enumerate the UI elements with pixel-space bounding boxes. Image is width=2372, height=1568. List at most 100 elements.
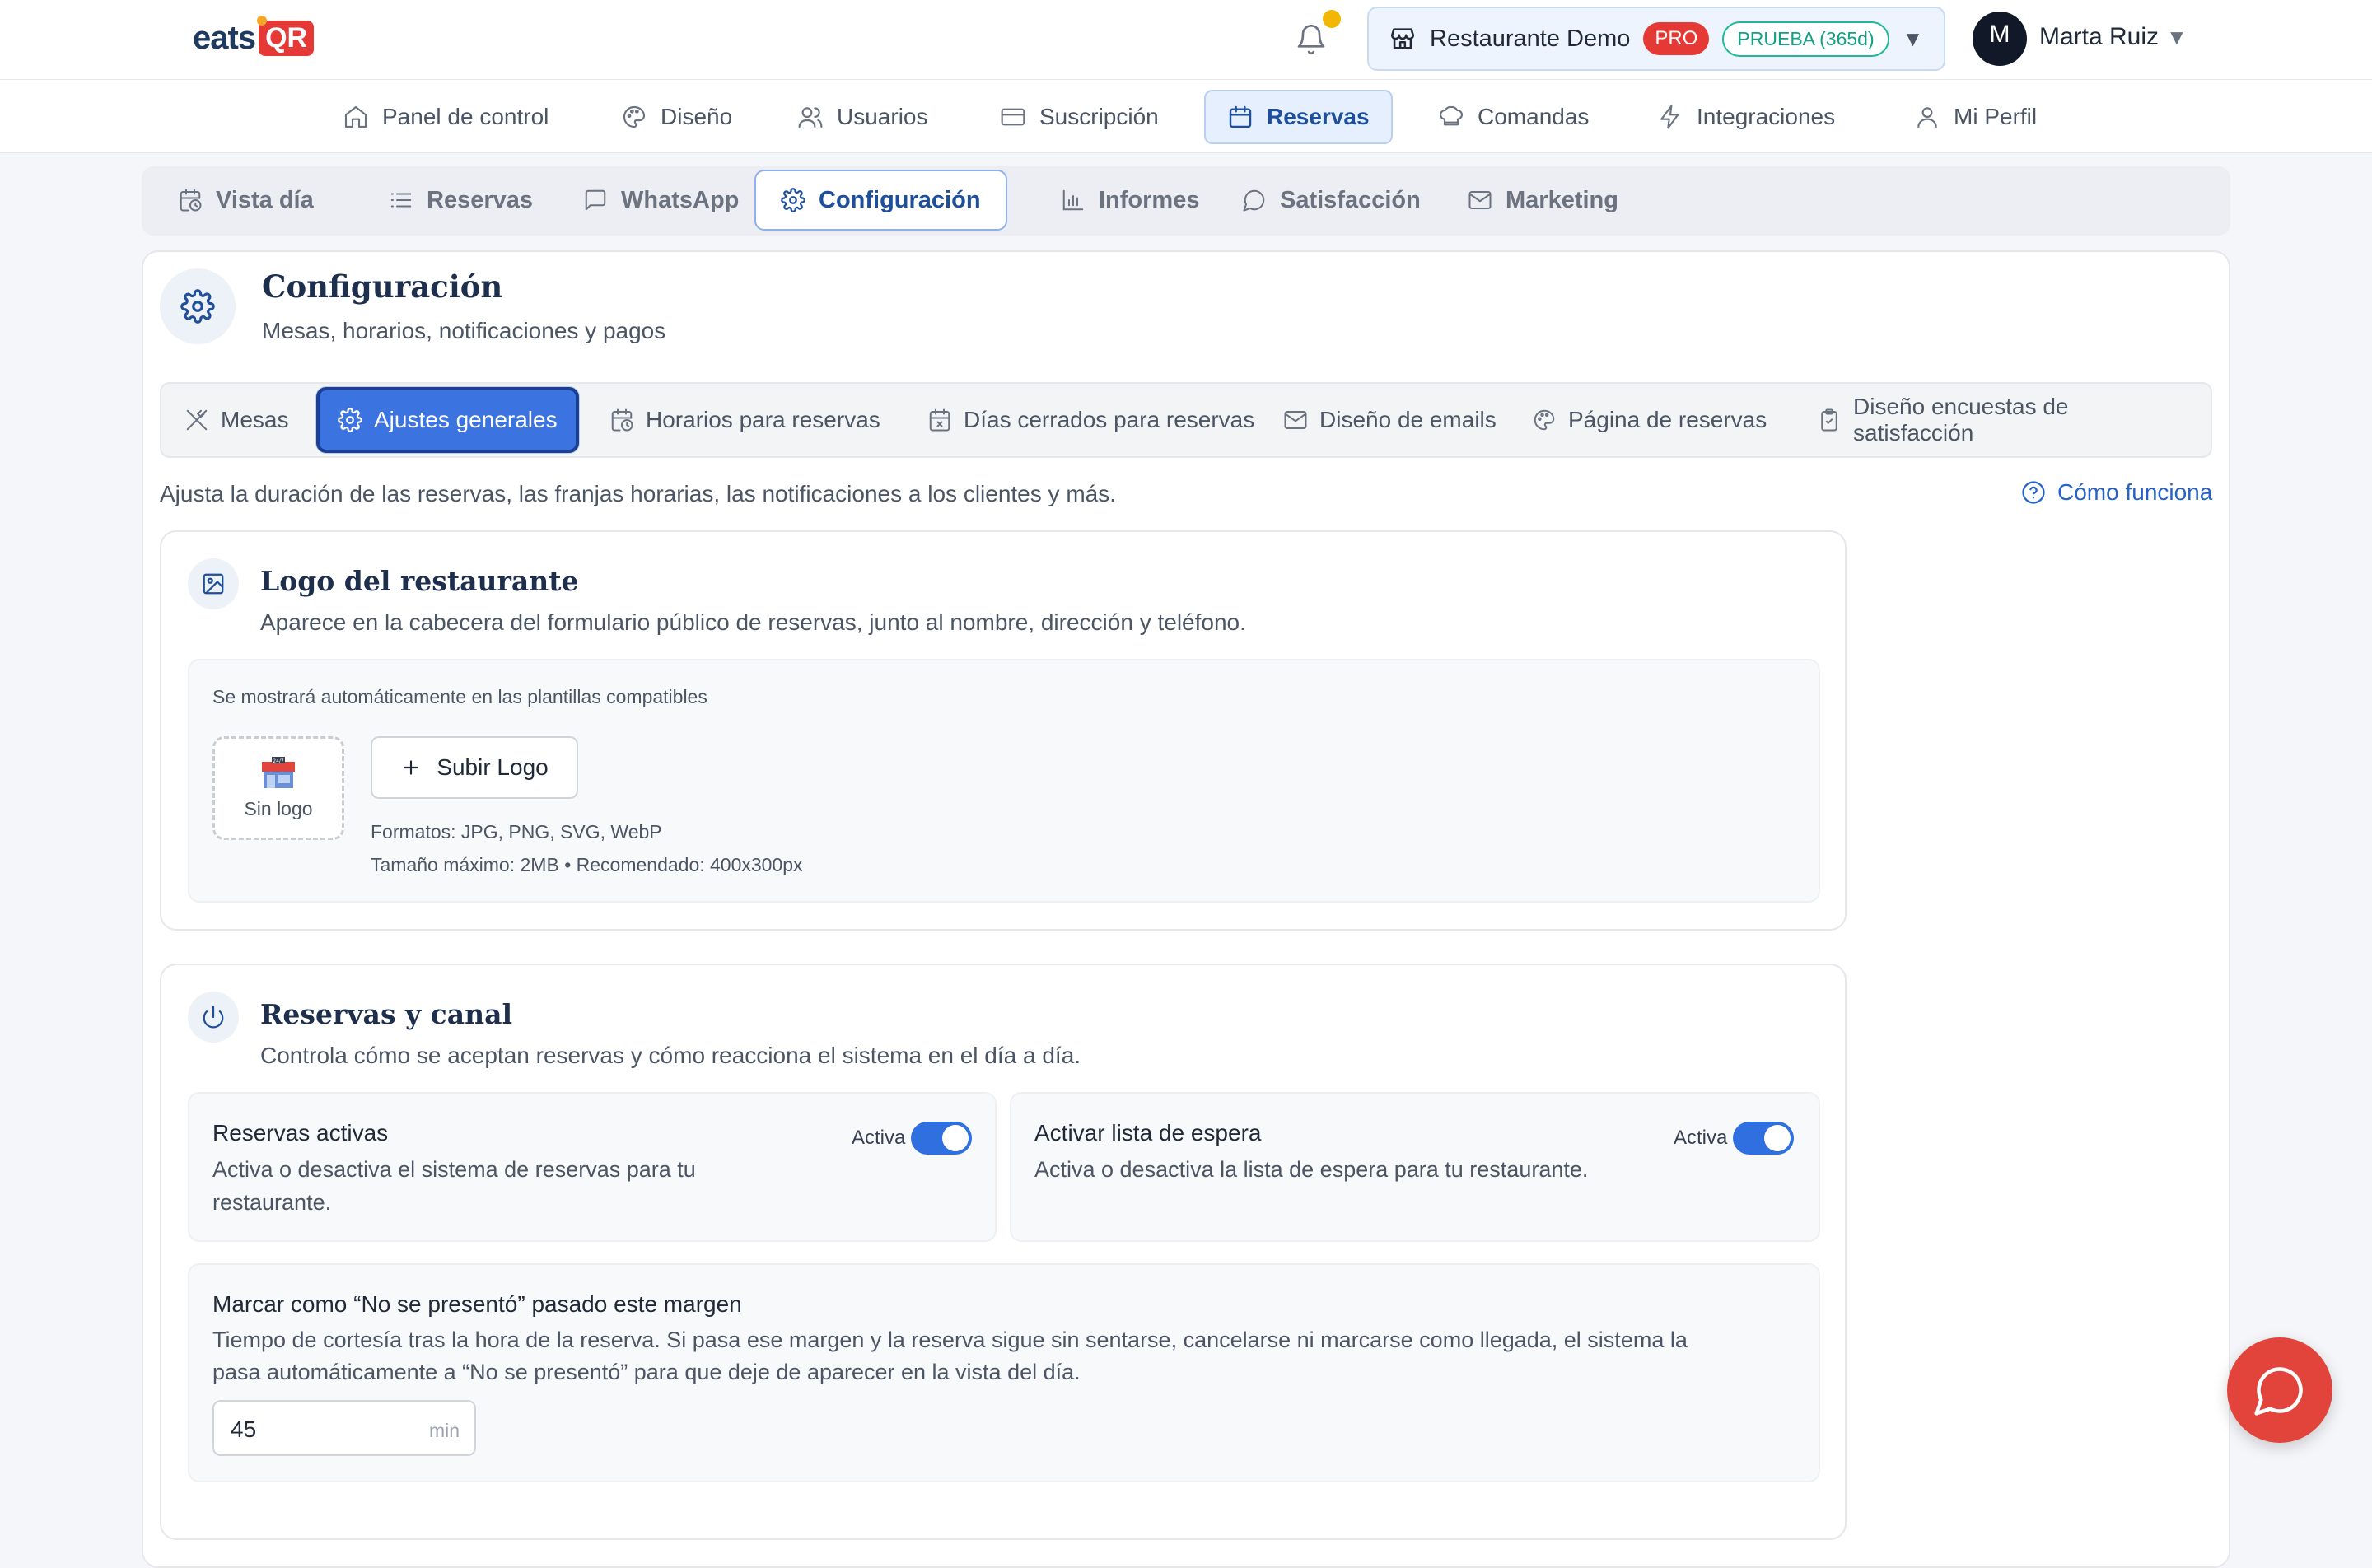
nav-label: Reservas [1267,104,1370,129]
nav-diseno[interactable]: Diseño [600,90,754,144]
brand-dot [257,16,268,26]
upload-logo-button[interactable]: Subir Logo [371,736,578,799]
settings-tab-diseno-emails[interactable]: Diseño de emails [1263,389,1516,451]
no-show-minutes-value: 45 [231,1416,257,1442]
logo-formats: Formatos: JPG, PNG, SVG, WebP [371,821,662,842]
settings-tab-ajustes-generales[interactable]: Ajustes generales [316,387,579,453]
settings-tab-mesas[interactable]: Mesas [165,389,308,451]
page-title: Configuración [262,268,503,305]
chef-hat-icon [1438,104,1464,130]
tab-label: Ajustes generales [374,407,558,432]
store-icon: 24/7 [260,756,296,790]
config-gear-icon [160,268,236,344]
nav-reservas[interactable]: Reservas [1204,90,1393,144]
brand-badge-text: QR [265,22,308,54]
logo-section-subtitle: Aparece en la cabecera del formulario pú… [260,609,1246,635]
toggle-state-label: Activa [1674,1127,1728,1149]
tab-marketing[interactable]: Marketing [1443,170,1643,231]
calendar-clock-icon [178,188,203,212]
settings-tab-encuestas[interactable]: Diseño encuestas de satisfacción [1797,389,2211,451]
settings-tab-horarios[interactable]: Horarios para reservas [590,389,900,451]
reservas-activas-toggle[interactable] [911,1122,972,1155]
no-show-desc-line2: pasa automáticamente a “No se presentó” … [212,1360,1081,1384]
chevron-down-icon: ▼ [1902,26,1924,51]
help-link[interactable]: Cómo funciona [2021,479,2212,506]
settings-description: Ajusta la duración de las reservas, las … [160,481,1116,506]
nav-mi-perfil[interactable]: Mi Perfil [1893,90,2058,144]
lightning-icon [1657,104,1683,130]
credit-card-icon [1000,104,1026,130]
tab-label: Días cerrados para reservas [964,407,1255,432]
logo-note: Se mostrará automáticamente en las plant… [212,686,707,707]
nav-label: Panel de control [382,104,549,129]
tab-reservas[interactable]: Reservas [364,170,558,231]
nav-label: Mi Perfil [1954,104,2038,129]
nav-label: Comandas [1478,104,1590,129]
mail-icon [1283,408,1308,432]
tab-informes[interactable]: Informes [1036,170,1224,231]
tab-label: Configuración [819,186,981,213]
toggle-desc: Activa o desactiva el sistema de reserva… [212,1157,696,1182]
nav-suscripcion[interactable]: Suscripción [978,90,1180,144]
nav-label: Usuarios [837,104,928,129]
avatar[interactable]: M [1973,12,2027,66]
logo-placeholder-label: Sin logo [244,797,313,819]
tab-label: Página de reservas [1568,407,1767,432]
settings-tab-pagina-reservas[interactable]: Página de reservas [1512,389,1786,451]
svg-text:24/7: 24/7 [273,758,284,764]
toggle-knob [1764,1125,1791,1151]
tab-whatsapp[interactable]: WhatsApp [558,170,763,231]
toggle-state-label: Activa [852,1127,906,1149]
user-name[interactable]: Marta Ruiz [2039,23,2159,51]
nav-label: Diseño [661,104,733,129]
logo-section-title: Logo del restaurante [260,565,579,597]
calendar-clock-icon [609,408,634,432]
palette-icon [1532,408,1557,432]
utensils-icon [184,408,209,432]
nav-panel-de-control[interactable]: Panel de control [321,90,570,144]
no-show-title: Marcar como “No se presentó” pasado este… [212,1291,742,1317]
nav-comandas[interactable]: Comandas [1417,90,1610,144]
tab-satisfaccion[interactable]: Satisfacción [1217,170,1445,231]
settings-tab-dias-cerrados[interactable]: Días cerrados para reservas [908,389,1274,451]
image-icon [188,558,239,609]
restaurant-name: Restaurante Demo [1430,25,1631,52]
help-link-label: Cómo funciona [2057,479,2213,505]
tab-label: Horarios para reservas [646,407,880,432]
tab-configuracion[interactable]: Configuración [754,170,1007,231]
calendar-x-icon [927,408,952,432]
reservas-sub-tabs: Vista día Reservas WhatsApp Configuració… [142,166,2230,236]
nav-label: Integraciones [1697,104,1836,129]
chat-support-button[interactable] [2227,1337,2332,1443]
list-icon [389,188,413,212]
lista-espera-toggle[interactable] [1733,1122,1794,1155]
tab-label: Mesas [221,407,289,432]
tab-label: Diseño de emails [1319,407,1497,432]
toggle-title: Reservas activas [212,1120,389,1146]
main-nav: Panel de control Diseño Usuarios Suscrip… [0,80,2372,153]
restaurant-selector[interactable]: Restaurante Demo PRO PRUEBA (365d) ▼ [1367,7,1945,71]
notification-dot [1323,10,1341,28]
calendar-icon [1227,104,1254,130]
notifications-bell-icon[interactable] [1295,10,1341,58]
nav-label: Suscripción [1039,104,1159,129]
toggle-knob [942,1125,969,1151]
tab-vista-dia[interactable]: Vista día [153,170,339,231]
nav-usuarios[interactable]: Usuarios [776,90,949,144]
plus-icon [400,757,422,778]
chat-bubble-icon [2252,1362,2308,1418]
booking-section-title: Reservas y canal [260,998,513,1030]
booking-section-subtitle: Controla cómo se aceptan reservas y cómo… [260,1043,1081,1068]
tab-label: Diseño encuestas de satisfacción [1853,394,2069,446]
brand-logo[interactable]: eats QR [193,16,315,57]
settings-tabs: Mesas Ajustes generales Horarios para re… [160,382,2212,458]
toggle-desc: Activa o desactiva la lista de espera pa… [1034,1157,1589,1182]
no-show-desc: Tiempo de cortesía tras la hora de la re… [212,1328,1688,1352]
user-menu-chevron-icon[interactable]: ▼ [2166,25,2188,50]
nav-integraciones[interactable]: Integraciones [1636,90,1856,144]
logo-placeholder[interactable]: 24/7 Sin logo [212,736,344,840]
trial-badge: PRUEBA (365d) [1722,21,1889,57]
no-show-minutes-input[interactable]: 45 min [212,1400,476,1456]
gear-icon [338,408,362,432]
tab-label: WhatsApp [621,186,740,213]
